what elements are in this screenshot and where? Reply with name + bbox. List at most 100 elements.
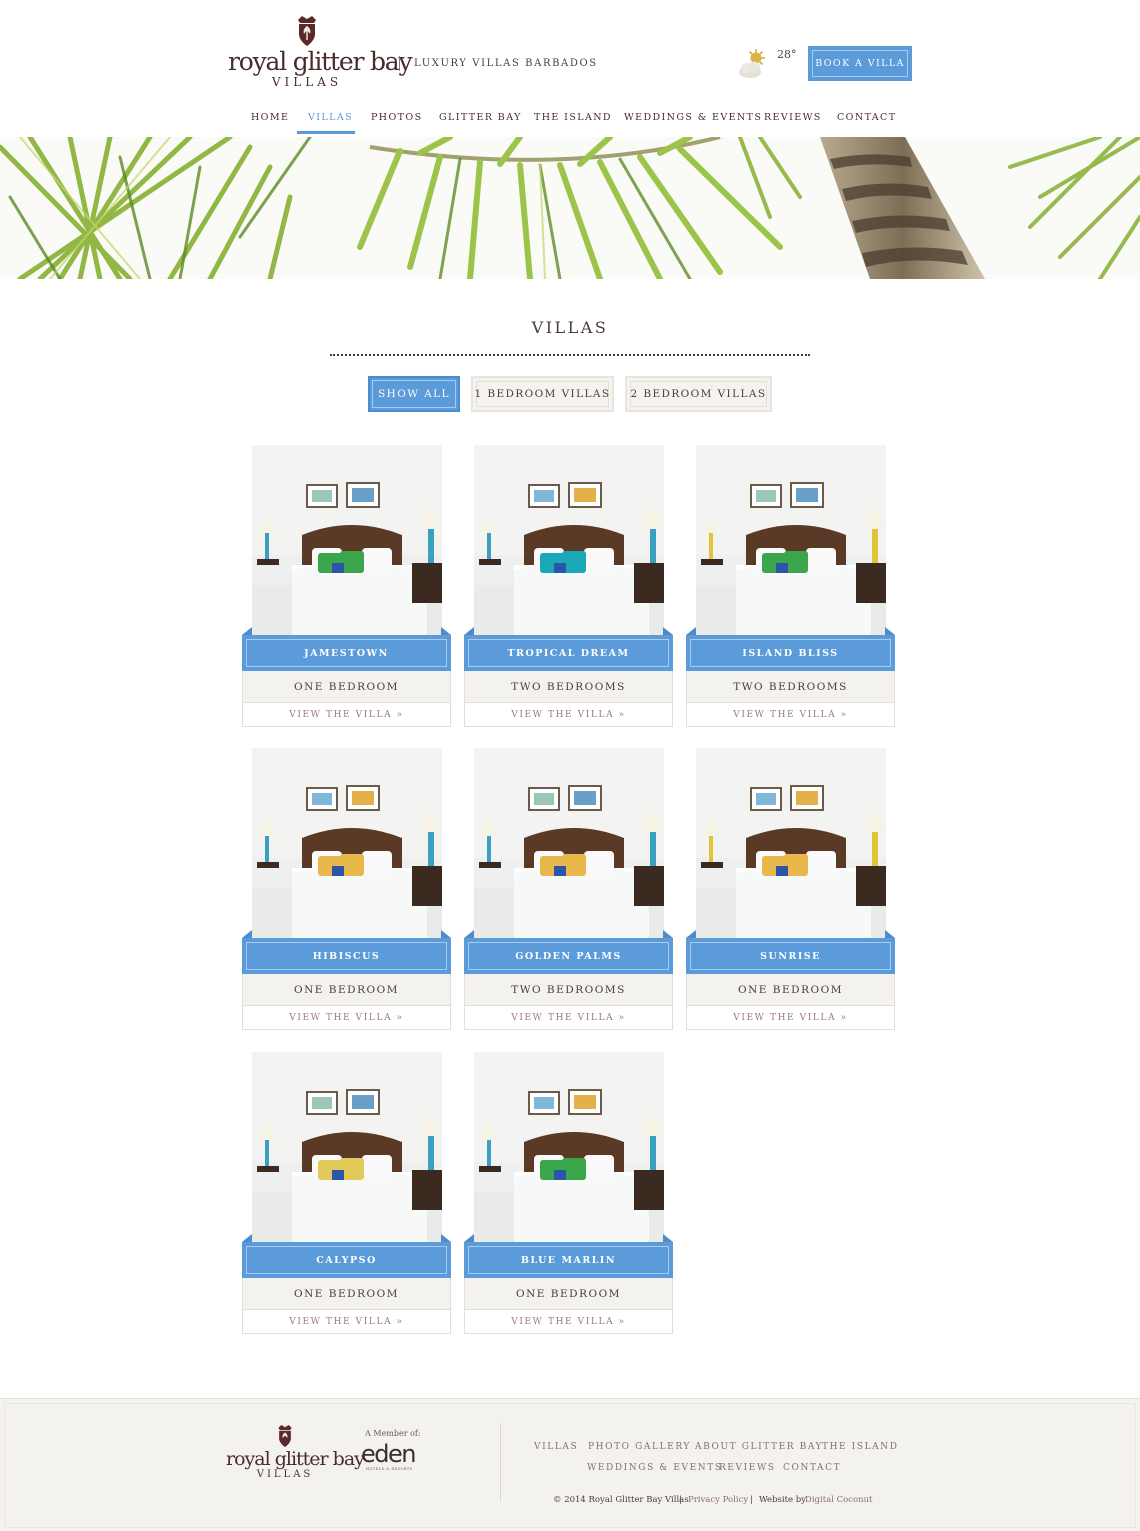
- site-header: royal glitter bay VILLAS LUXURY VILLAS B…: [0, 0, 1140, 137]
- villa-photo[interactable]: [474, 748, 664, 938]
- website-by-link[interactable]: Digital Coconut: [805, 1495, 872, 1505]
- card-ribbon-right: [663, 627, 673, 635]
- logo-subtitle: VILLAS: [271, 75, 343, 89]
- footer-link-contact[interactable]: CONTACT: [783, 1463, 841, 1473]
- footer-link-photo-gallery[interactable]: PHOTO GALLERY: [588, 1442, 691, 1452]
- filter-2-bedroom[interactable]: 2 BEDROOM VILLAS: [625, 376, 772, 412]
- villa-bedrooms: ONE BEDROOM: [686, 974, 895, 1005]
- villa-card[interactable]: SUNRISE ONE BEDROOM VIEW THE VILLA »: [686, 748, 895, 1030]
- villa-card[interactable]: HIBISCUS ONE BEDROOM VIEW THE VILLA »: [242, 748, 451, 1030]
- bedroom-photo: [252, 445, 442, 635]
- villa-card[interactable]: BLUE MARLIN ONE BEDROOM VIEW THE VILLA »: [464, 1052, 673, 1334]
- card-ribbon-left: [464, 930, 474, 938]
- view-villa-link[interactable]: VIEW THE VILLA »: [686, 1005, 895, 1030]
- website-by-label: Website by: [759, 1495, 806, 1505]
- footer-link-reviews[interactable]: REVIEWS: [719, 1463, 776, 1473]
- view-villa-link[interactable]: VIEW THE VILLA »: [686, 702, 895, 727]
- villa-name[interactable]: HIBISCUS: [242, 938, 451, 974]
- bedroom-photo: [252, 748, 442, 938]
- nav-item-the-island[interactable]: THE ISLAND: [534, 112, 612, 134]
- villa-name[interactable]: BLUE MARLIN: [464, 1242, 673, 1278]
- eden-logo[interactable]: eden: [361, 1441, 416, 1467]
- footer-divider: [500, 1423, 501, 1502]
- nav-item-weddings-events[interactable]: WEDDINGS & EVENTS: [624, 112, 762, 134]
- villa-photo[interactable]: [252, 445, 442, 635]
- site-logo[interactable]: royal glitter bay VILLAS: [228, 14, 413, 89]
- villa-card[interactable]: JAMESTOWN ONE BEDROOM VIEW THE VILLA »: [242, 445, 451, 727]
- villa-card[interactable]: ISLAND BLISS TWO BEDROOMS VIEW THE VILLA »: [686, 445, 895, 727]
- footer-logo-wordmark: royal glitter bay: [226, 1448, 365, 1470]
- card-ribbon-right: [885, 930, 895, 938]
- footer-frame: [4, 1403, 1136, 1528]
- footer-link-the-island[interactable]: THE ISLAND: [822, 1442, 899, 1452]
- bedroom-photo: [696, 748, 886, 938]
- card-ribbon-left: [686, 930, 696, 938]
- bedroom-photo: [252, 1052, 442, 1242]
- nav-item-photos[interactable]: PHOTOS: [371, 112, 423, 134]
- nav-item-contact[interactable]: CONTACT: [837, 112, 896, 134]
- villa-photo[interactable]: [252, 1052, 442, 1242]
- footer-link-about-glitter-bay[interactable]: ABOUT GLITTER BAY: [695, 1442, 823, 1452]
- card-ribbon-right: [441, 1234, 451, 1242]
- villa-bedrooms: ONE BEDROOM: [242, 1278, 451, 1309]
- villa-card[interactable]: CALYPSO ONE BEDROOM VIEW THE VILLA »: [242, 1052, 451, 1334]
- palm-leaves-image: [0, 137, 1140, 279]
- view-villa-link[interactable]: VIEW THE VILLA »: [464, 1005, 673, 1030]
- nav-item-glitter-bay[interactable]: GLITTER BAY: [439, 112, 522, 134]
- villa-name[interactable]: CALYPSO: [242, 1242, 451, 1278]
- filter-1-bedroom[interactable]: 1 BEDROOM VILLAS: [471, 376, 614, 412]
- villa-photo[interactable]: [474, 1052, 664, 1242]
- villa-photo[interactable]: [474, 445, 664, 635]
- member-label: A Member of:: [365, 1429, 421, 1438]
- card-ribbon-left: [242, 1234, 252, 1242]
- bedroom-photo: [474, 445, 664, 635]
- villa-card[interactable]: TROPICAL DREAM TWO BEDROOMS VIEW THE VILLA…: [464, 445, 673, 727]
- footer-link-villas[interactable]: VILLAS: [534, 1442, 578, 1452]
- view-villa-link[interactable]: VIEW THE VILLA »: [242, 1005, 451, 1030]
- tagline-divider: [399, 56, 400, 71]
- footer-logo-subtitle: VILLAS: [256, 1469, 314, 1480]
- view-villa-link[interactable]: VIEW THE VILLA »: [464, 1309, 673, 1334]
- nav-item-reviews[interactable]: REVIEWS: [764, 112, 822, 134]
- nav-item-home[interactable]: HOME: [251, 112, 289, 134]
- card-ribbon-right: [663, 1234, 673, 1242]
- privacy-policy-link[interactable]: Privacy Policy: [688, 1495, 748, 1505]
- partly-cloudy-icon: [739, 49, 765, 78]
- villa-name[interactable]: SUNRISE: [686, 938, 895, 974]
- book-villa-button[interactable]: BOOK A VILLA: [808, 46, 912, 81]
- view-villa-link[interactable]: VIEW THE VILLA »: [464, 702, 673, 727]
- hero-banner: [0, 137, 1140, 279]
- villa-photo[interactable]: [252, 748, 442, 938]
- villa-name[interactable]: JAMESTOWN: [242, 635, 451, 671]
- logo-wordmark: royal glitter bay: [228, 47, 413, 76]
- villa-card[interactable]: GOLDEN PALMS TWO BEDROOMS VIEW THE VILLA »: [464, 748, 673, 1030]
- card-ribbon-right: [441, 627, 451, 635]
- main-nav: HOME VILLAS PHOTOS GLITTER BAY THE ISLAN…: [0, 112, 1140, 134]
- crest-icon: [298, 16, 316, 46]
- villa-bedrooms: TWO BEDROOMS: [464, 974, 673, 1005]
- title-divider: [330, 354, 810, 356]
- card-ribbon-right: [885, 627, 895, 635]
- view-villa-link[interactable]: VIEW THE VILLA »: [242, 1309, 451, 1334]
- villa-bedrooms: ONE BEDROOM: [242, 671, 451, 702]
- footer-logo[interactable]: royal glitter bay VILLAS: [226, 1423, 365, 1480]
- villa-name[interactable]: ISLAND BLISS: [686, 635, 895, 671]
- villa-photo[interactable]: [696, 748, 886, 938]
- villa-bedrooms: ONE BEDROOM: [242, 974, 451, 1005]
- eden-logo-subtitle: HOTELS & RESORTS: [366, 1467, 413, 1471]
- villa-bedrooms: TWO BEDROOMS: [464, 671, 673, 702]
- villa-photo[interactable]: [696, 445, 886, 635]
- bedroom-photo: [696, 445, 886, 635]
- villa-name[interactable]: TROPICAL DREAM: [464, 635, 673, 671]
- card-ribbon-right: [441, 930, 451, 938]
- villa-name[interactable]: GOLDEN PALMS: [464, 938, 673, 974]
- card-ribbon-left: [242, 627, 252, 635]
- view-villa-link[interactable]: VIEW THE VILLA »: [242, 702, 451, 727]
- card-ribbon-left: [464, 627, 474, 635]
- crest-icon: [278, 1425, 292, 1447]
- tagline: LUXURY VILLAS BARBADOS: [414, 58, 598, 69]
- temperature: 28°: [777, 48, 797, 61]
- footer-link-weddings-events[interactable]: WEDDINGS & EVENTS: [587, 1463, 723, 1473]
- filter-show-all[interactable]: SHOW ALL: [368, 376, 460, 412]
- card-ribbon-left: [242, 930, 252, 938]
